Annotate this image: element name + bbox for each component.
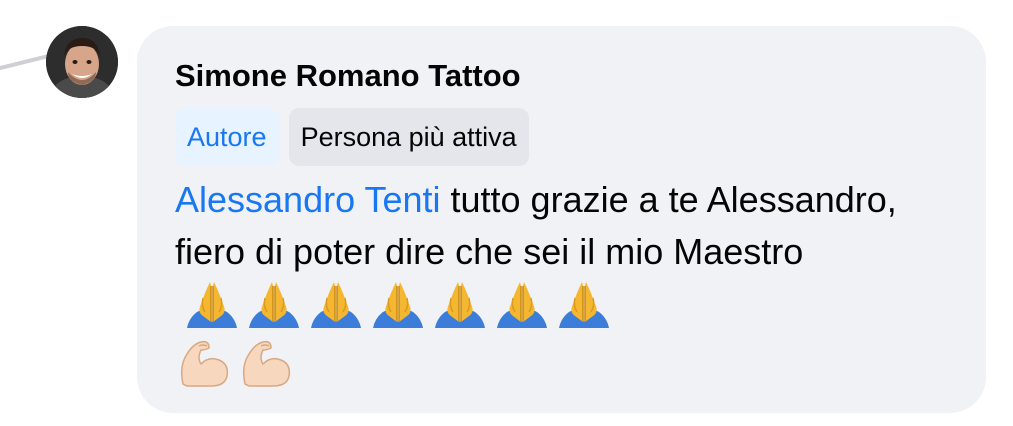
mention-link[interactable]: Alessandro Tenti [175, 179, 441, 220]
author-badges: Autore Persona più attiva [175, 108, 948, 166]
avatar[interactable] [46, 26, 118, 98]
folded-hands-icon [245, 278, 303, 330]
emoji-row-1 [183, 278, 613, 330]
author-badge: Autore [175, 108, 279, 166]
thread-connector-line [0, 22, 51, 73]
folded-hands-icon [307, 278, 365, 330]
folded-hands-icon [183, 278, 241, 330]
flexed-biceps-icon [175, 336, 233, 388]
comment-author-name[interactable]: Simone Romano Tattoo [175, 56, 948, 96]
flexed-biceps-icon [237, 336, 295, 388]
folded-hands-icon [431, 278, 489, 330]
folded-hands-icon [493, 278, 551, 330]
folded-hands-icon [369, 278, 427, 330]
emoji-row-2 [175, 336, 965, 388]
folded-hands-icon [555, 278, 613, 330]
comment-bubble: Simone Romano Tattoo Autore Persona più … [137, 26, 986, 413]
comment-text: Alessandro Tenti tutto grazie a te Aless… [175, 174, 965, 388]
top-fan-badge: Persona più attiva [288, 108, 529, 166]
profile-photo [46, 26, 118, 98]
